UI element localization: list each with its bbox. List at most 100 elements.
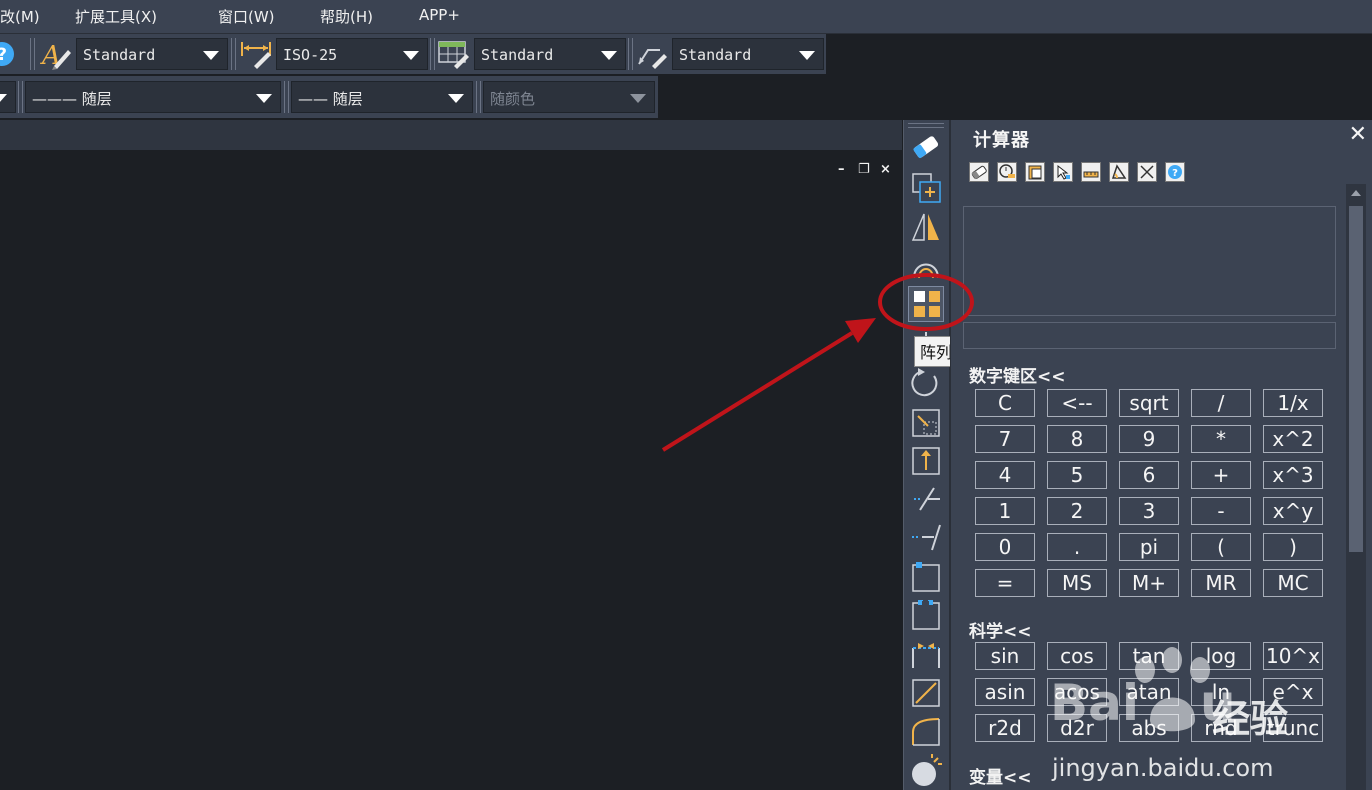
distance-icon[interactable] <box>1081 162 1101 182</box>
menu-help[interactable]: 帮助(H) <box>320 6 373 27</box>
calc-key[interactable]: <-- <box>1047 389 1107 417</box>
restore-icon[interactable]: ❐ <box>858 162 870 177</box>
get-coordinates-icon[interactable] <box>1053 162 1073 182</box>
scroll-up-icon[interactable] <box>1351 190 1361 196</box>
toolbar-grip[interactable] <box>628 38 633 70</box>
calc-key[interactable]: C <box>975 389 1035 417</box>
calc-key[interactable]: x^3 <box>1263 461 1323 489</box>
calc-key[interactable]: ( <box>1191 533 1251 561</box>
join-icon[interactable] <box>908 638 944 672</box>
layer-dropdown[interactable] <box>0 81 16 113</box>
calc-key[interactable]: - <box>1191 497 1251 525</box>
calc-key[interactable]: sqrt <box>1119 389 1179 417</box>
toolbar-empty-area <box>826 34 1372 118</box>
calc-key[interactable]: MC <box>1263 569 1323 597</box>
svg-text:?: ? <box>1172 168 1178 179</box>
calc-key[interactable]: 9 <box>1119 425 1179 453</box>
offset-icon[interactable] <box>908 248 944 282</box>
calc-key[interactable]: ) <box>1263 533 1323 561</box>
scientific-section-toggle[interactable]: 科学<< <box>969 617 1032 642</box>
trim-icon[interactable] <box>908 482 944 516</box>
calc-key[interactable]: + <box>1191 461 1251 489</box>
text-style-dropdown[interactable]: Standard <box>76 38 228 70</box>
calc-key[interactable]: x^y <box>1263 497 1323 525</box>
toolbar-grip[interactable] <box>908 123 944 128</box>
angle-icon[interactable] <box>1109 162 1129 182</box>
chevron-down-icon <box>0 94 7 103</box>
calc-key[interactable]: / <box>1191 389 1251 417</box>
dimension-style-dropdown[interactable]: ISO-25 <box>276 38 428 70</box>
table-style-dropdown[interactable]: Standard <box>474 38 626 70</box>
calc-key[interactable]: pi <box>1119 533 1179 561</box>
chevron-down-icon <box>601 51 617 60</box>
break-at-point-icon[interactable] <box>908 560 944 594</box>
multileader-style-value: Standard <box>679 46 752 64</box>
clear-history-icon[interactable] <box>997 162 1017 182</box>
toolbar-grip[interactable] <box>18 81 23 113</box>
chamfer-icon[interactable] <box>908 676 944 710</box>
intersection-icon[interactable] <box>1137 162 1157 182</box>
break-icon[interactable] <box>908 598 944 632</box>
menu-extension-tools[interactable]: 扩展工具(X) <box>75 6 157 27</box>
calc-key[interactable]: MS <box>1047 569 1107 597</box>
minimize-icon[interactable]: – <box>838 162 845 177</box>
calc-key[interactable]: 1/x <box>1263 389 1323 417</box>
calculator-input-field[interactable] <box>963 322 1336 349</box>
calc-key[interactable]: 2 <box>1047 497 1107 525</box>
linetype-dropdown[interactable]: ——— 随层 <box>25 81 281 113</box>
toolbar-grip[interactable] <box>284 81 289 113</box>
rotate-icon[interactable] <box>908 366 944 400</box>
toolbar-grip[interactable] <box>430 38 435 70</box>
scrollbar-thumb[interactable] <box>1349 206 1363 552</box>
dimension-style-value: ISO-25 <box>283 46 338 64</box>
menu-modify[interactable]: 改(M) <box>0 6 40 27</box>
multileader-style-dropdown[interactable]: Standard <box>672 38 824 70</box>
menu-window[interactable]: 窗口(W) <box>218 6 275 27</box>
lineweight-dropdown[interactable]: —— 随层 <box>291 81 473 113</box>
paste-value-icon[interactable] <box>1025 162 1045 182</box>
toolbar-grip[interactable] <box>231 38 236 70</box>
clear-icon[interactable] <box>969 162 989 182</box>
calc-key[interactable]: = <box>975 569 1035 597</box>
calc-key[interactable]: 0 <box>975 533 1035 561</box>
extend-icon[interactable] <box>908 520 944 554</box>
calc-key[interactable]: . <box>1047 533 1107 561</box>
plot-color-dropdown[interactable]: 随颜色 <box>483 81 655 113</box>
stretch-icon[interactable] <box>908 444 944 478</box>
variables-section-toggle[interactable]: 变量<< <box>969 763 1032 788</box>
erase-icon[interactable] <box>908 130 944 164</box>
calc-key[interactable]: r2d <box>975 714 1035 742</box>
calc-key[interactable]: 1 <box>975 497 1035 525</box>
multileader-style-icon[interactable] <box>636 38 668 70</box>
menu-app-plus[interactable]: APP+ <box>419 6 460 24</box>
calc-key[interactable]: sin <box>975 642 1035 670</box>
mirror-icon[interactable] <box>908 210 944 244</box>
calc-key[interactable]: M+ <box>1119 569 1179 597</box>
fillet-icon[interactable] <box>908 714 944 748</box>
help-icon[interactable]: ? <box>1165 162 1185 182</box>
text-style-icon[interactable]: A <box>40 38 72 71</box>
array-icon[interactable] <box>908 286 944 322</box>
calc-key[interactable]: x^2 <box>1263 425 1323 453</box>
calc-key[interactable]: 4 <box>975 461 1035 489</box>
copy-icon[interactable] <box>908 170 944 204</box>
drawing-canvas[interactable] <box>0 150 902 790</box>
scale-icon[interactable] <box>908 406 944 440</box>
calc-key[interactable]: 3 <box>1119 497 1179 525</box>
close-icon[interactable]: × <box>880 162 891 177</box>
calc-key[interactable]: * <box>1191 425 1251 453</box>
calc-key[interactable]: 6 <box>1119 461 1179 489</box>
numpad-section-toggle[interactable]: 数字键区<< <box>969 362 1066 387</box>
dimension-style-icon[interactable] <box>240 38 272 70</box>
toolbar-grip[interactable] <box>30 38 35 70</box>
explode-icon[interactable] <box>908 754 944 788</box>
close-icon[interactable]: ✕ <box>1349 122 1367 147</box>
calc-key[interactable]: MR <box>1191 569 1251 597</box>
toolbar-grip[interactable] <box>476 81 481 113</box>
calc-key[interactable]: 7 <box>975 425 1035 453</box>
calc-key[interactable]: asin <box>975 678 1035 706</box>
table-style-icon[interactable] <box>438 38 470 70</box>
calc-key[interactable]: 5 <box>1047 461 1107 489</box>
calc-key[interactable]: 8 <box>1047 425 1107 453</box>
help-icon[interactable]: ? <box>0 38 20 70</box>
